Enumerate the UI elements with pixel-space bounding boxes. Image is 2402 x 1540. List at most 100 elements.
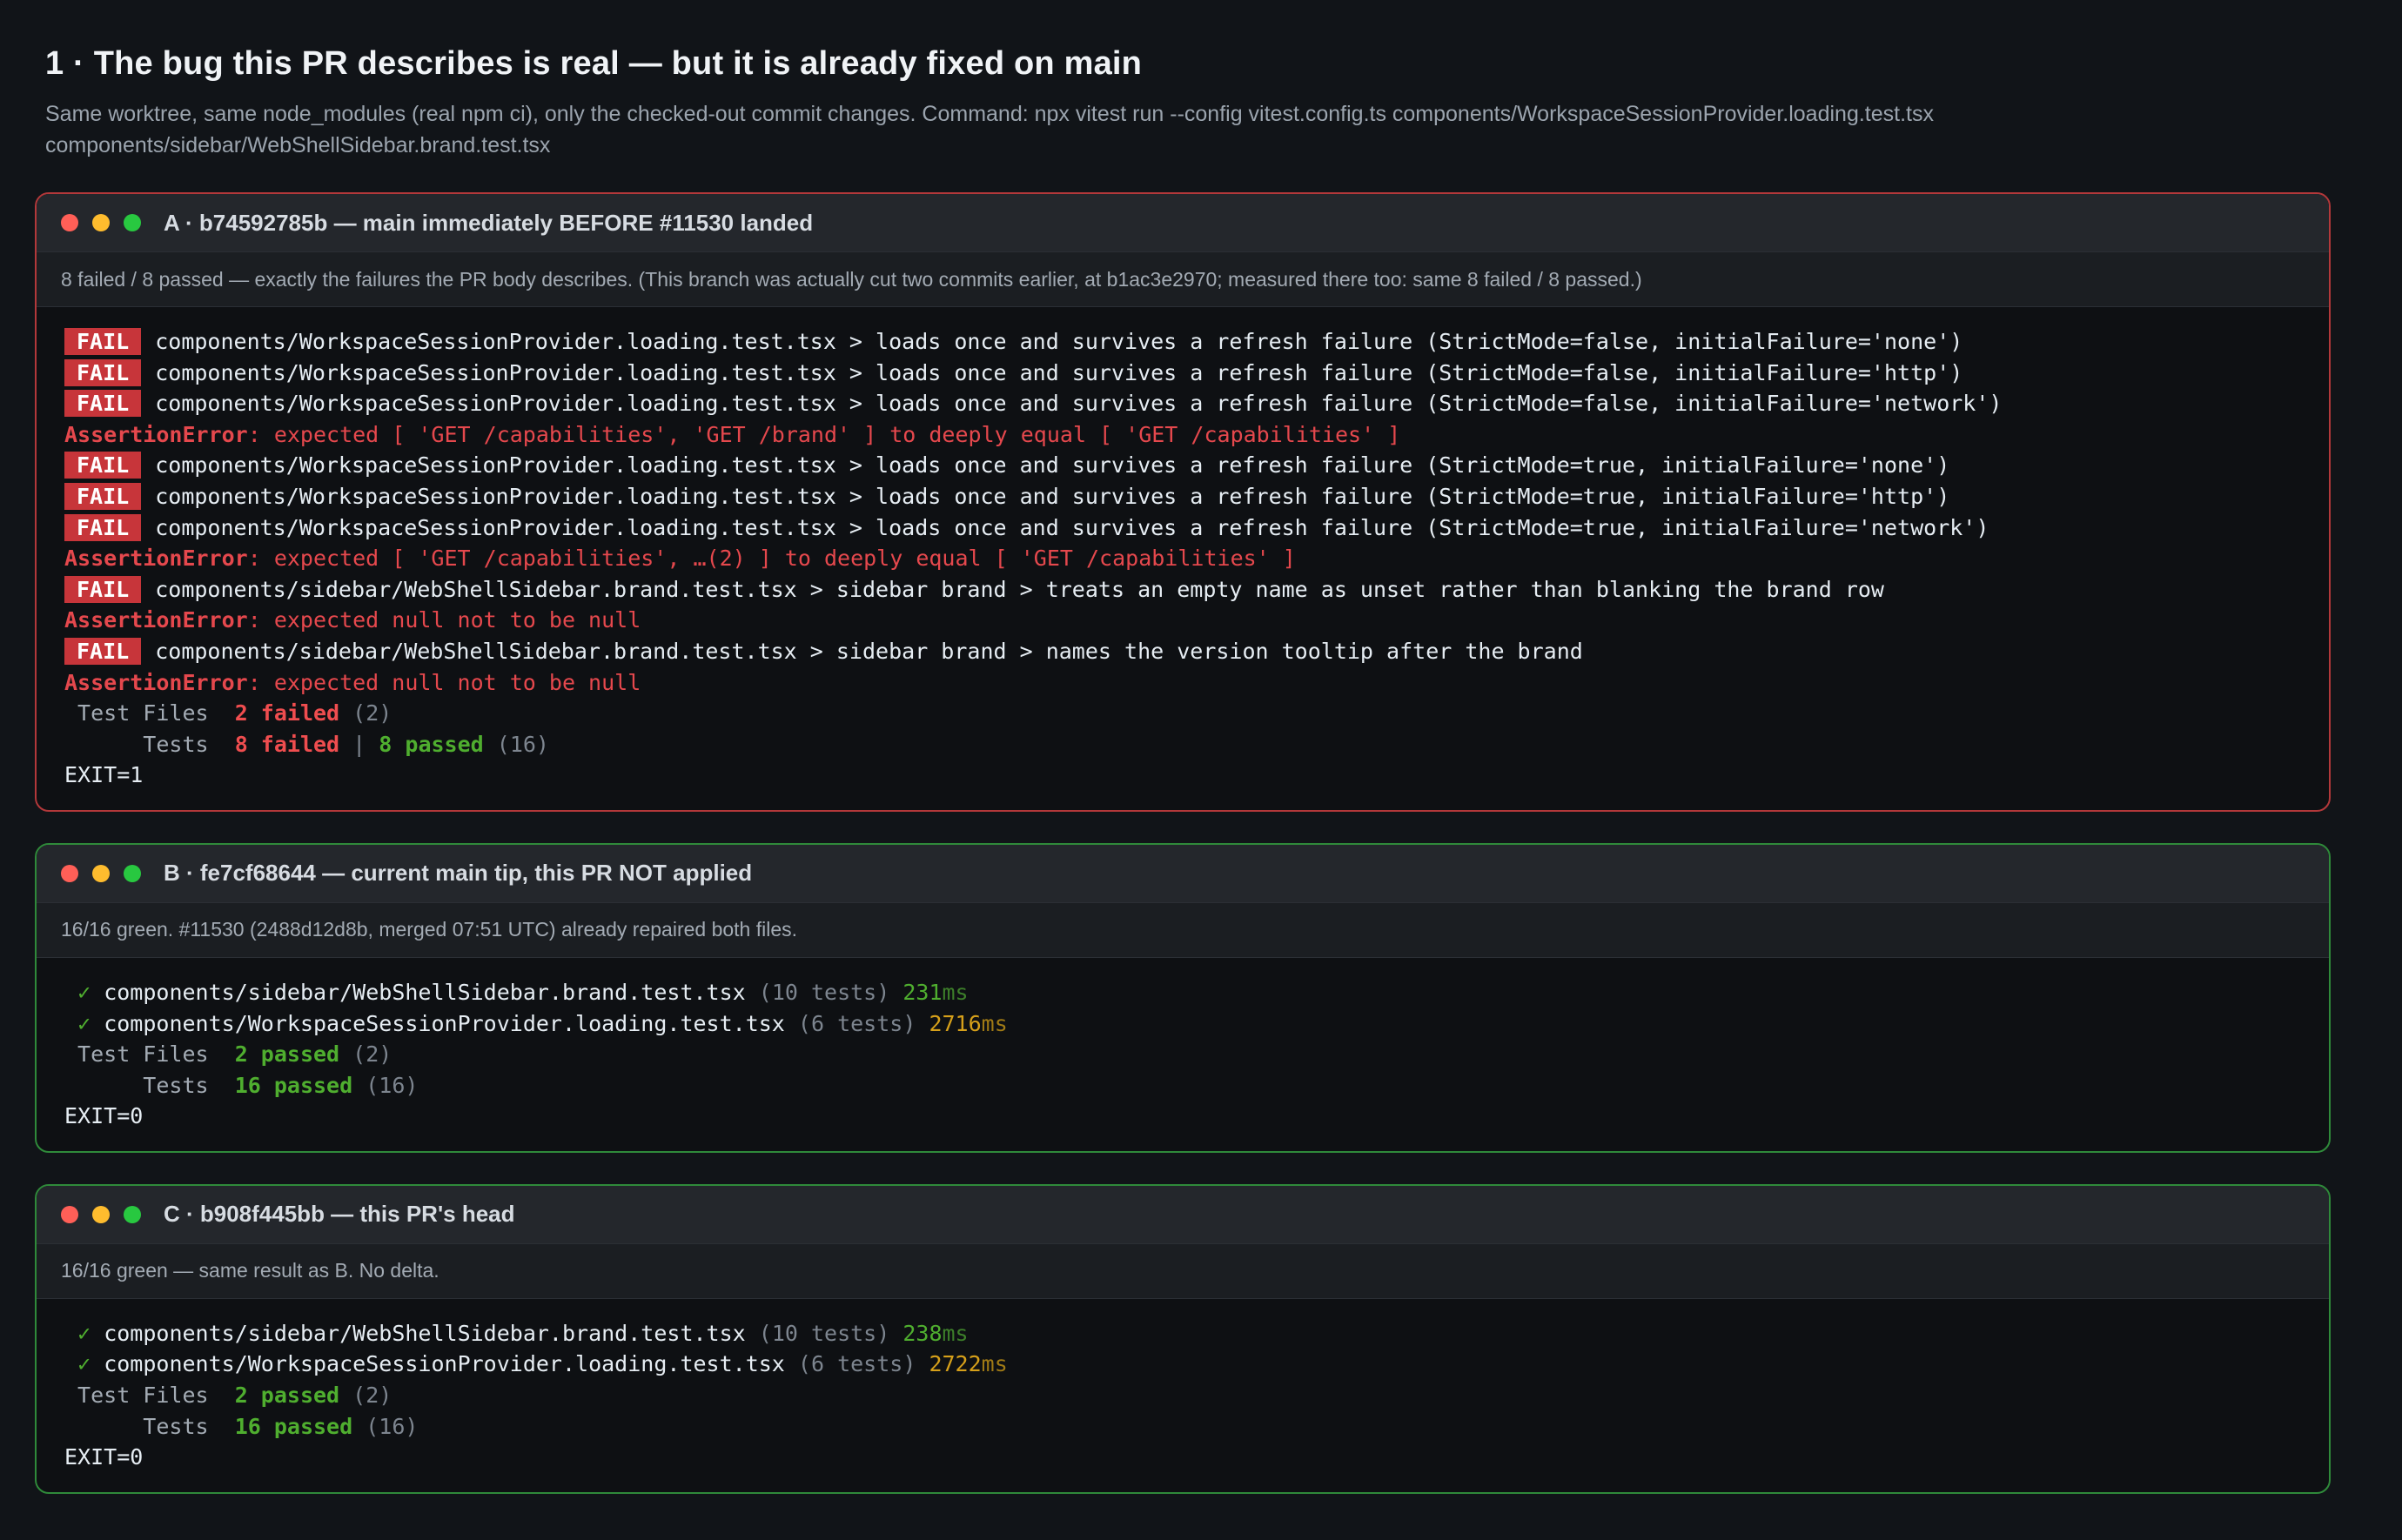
- terminal-panel-b: B · fe7cf68644 — current main tip, this …: [35, 842, 2331, 1153]
- test-file: components/sidebar/WebShellSidebar.brand…: [104, 1320, 746, 1346]
- tests-total: (16): [366, 1072, 419, 1098]
- pass-line: ✓ components/WorkspaceSessionProvider.lo…: [64, 1008, 2301, 1040]
- exit-code: EXIT=0: [64, 1103, 144, 1129]
- minimize-dot-icon[interactable]: [92, 1205, 110, 1223]
- page-title: 1 · The bug this PR describes is real — …: [45, 45, 1143, 82]
- duration-unit: ms: [981, 1351, 1008, 1377]
- summary-tests: Tests 16 passed (16): [64, 1070, 2301, 1101]
- duration-unit: ms: [942, 1320, 969, 1346]
- page-intro: Same worktree, same node_modules (real n…: [45, 102, 1934, 157]
- page: 1 · The bug this PR describes is real — …: [0, 0, 2402, 1494]
- error-line: AssertionError: expected [ 'GET /capabil…: [64, 419, 2301, 451]
- fail-line: FAIL components/WorkspaceSessionProvider.…: [64, 512, 2301, 544]
- fail-test-name: components/WorkspaceSessionProvider.load…: [155, 359, 1963, 385]
- test-file: components/sidebar/WebShellSidebar.brand…: [104, 979, 746, 1005]
- tests-total: (16): [366, 1413, 419, 1439]
- exit-code: EXIT=1: [64, 762, 144, 788]
- window-titlebar: B · fe7cf68644 — current main tip, this …: [37, 844, 2329, 902]
- error-line: AssertionError: expected [ 'GET /capabil…: [64, 543, 2301, 574]
- error-line: AssertionError: expected null not to be …: [64, 667, 2301, 699]
- panel-note: 16/16 green. #11530 (2488d12d8b, merged …: [37, 901, 2329, 958]
- terminal-output: FAIL components/WorkspaceSessionProvider.…: [37, 307, 2329, 810]
- fail-badge: FAIL: [64, 390, 142, 418]
- test-file: components/WorkspaceSessionProvider.load…: [104, 1351, 785, 1377]
- pass-line: ✓ components/sidebar/WebShellSidebar.bra…: [64, 1318, 2301, 1349]
- fail-badge: FAIL: [64, 328, 142, 355]
- duration-unit: ms: [981, 1010, 1008, 1036]
- panel-note: 8 failed / 8 passed — exactly the failur…: [37, 251, 2329, 307]
- files-passed: 2 passed: [234, 1383, 340, 1409]
- error-message: : expected null not to be null: [247, 607, 641, 633]
- files-total: (2): [352, 700, 393, 726]
- tests-passed: 16 passed: [234, 1413, 353, 1439]
- summary-tests: Tests 8 failed | 8 passed (16): [64, 729, 2301, 760]
- panel-title: A · b74592785b — main immediately BEFORE…: [164, 209, 814, 236]
- check-icon: ✓: [77, 979, 91, 1005]
- fail-badge: FAIL: [64, 452, 142, 479]
- error-line: AssertionError: expected null not to be …: [64, 605, 2301, 636]
- panel-title: B · fe7cf68644 — current main tip, this …: [164, 860, 753, 887]
- close-dot-icon[interactable]: [61, 214, 78, 231]
- fail-line: FAIL components/WorkspaceSessionProvider.…: [64, 481, 2301, 512]
- duration-value: 238: [902, 1320, 943, 1346]
- error-message: : expected [ 'GET /capabilities', 'GET /…: [247, 421, 1401, 447]
- pass-line: ✓ components/WorkspaceSessionProvider.lo…: [64, 1349, 2301, 1380]
- error-message: : expected null not to be null: [247, 669, 641, 695]
- duration-unit: ms: [942, 979, 969, 1005]
- fail-test-name: components/WorkspaceSessionProvider.load…: [155, 329, 1963, 354]
- tests-passed: 16 passed: [234, 1072, 353, 1098]
- summary-files: Test Files 2 passed (2): [64, 1039, 2301, 1070]
- fail-test-name: components/WorkspaceSessionProvider.load…: [155, 391, 2003, 417]
- summary-label: Tests: [64, 1072, 209, 1098]
- check-icon: ✓: [77, 1010, 91, 1036]
- fail-test-name: components/WorkspaceSessionProvider.load…: [155, 483, 1950, 509]
- panel-note: 16/16 green — same result as B. No delta…: [37, 1242, 2329, 1299]
- window-titlebar: C · b908f445bb — this PR's head: [37, 1185, 2329, 1243]
- exit-code: EXIT=0: [64, 1444, 144, 1470]
- maximize-dot-icon[interactable]: [124, 864, 141, 882]
- fail-badge: FAIL: [64, 575, 142, 603]
- test-count: (6 tests): [797, 1010, 916, 1036]
- error-label: AssertionError: [64, 669, 248, 695]
- fail-test-name: components/WorkspaceSessionProvider.load…: [155, 452, 1950, 479]
- test-count: (10 tests): [758, 979, 890, 1005]
- terminal-panel-a: A · b74592785b — main immediately BEFORE…: [35, 192, 2331, 812]
- close-dot-icon[interactable]: [61, 864, 78, 882]
- maximize-dot-icon[interactable]: [124, 1205, 141, 1223]
- fail-test-name: components/sidebar/WebShellSidebar.brand…: [155, 638, 1583, 664]
- terminal-output: ✓ components/sidebar/WebShellSidebar.bra…: [37, 1299, 2329, 1492]
- test-count: (10 tests): [758, 1320, 890, 1346]
- fail-line: FAIL components/WorkspaceSessionProvider.…: [64, 326, 2301, 358]
- terminal-output: ✓ components/sidebar/WebShellSidebar.bra…: [37, 958, 2329, 1151]
- fail-line: FAIL components/WorkspaceSessionProvider.…: [64, 388, 2301, 419]
- summary-tests: Tests 16 passed (16): [64, 1411, 2301, 1443]
- summary-label: Test Files: [64, 1041, 209, 1068]
- terminal-panel-c: C · b908f445bb — this PR's head 16/16 gr…: [35, 1183, 2331, 1494]
- minimize-dot-icon[interactable]: [92, 214, 110, 231]
- tests-total: (16): [496, 731, 549, 757]
- maximize-dot-icon[interactable]: [124, 214, 141, 231]
- fail-test-name: components/WorkspaceSessionProvider.load…: [155, 514, 1989, 540]
- window-titlebar: A · b74592785b — main immediately BEFORE…: [37, 194, 2329, 251]
- minimize-dot-icon[interactable]: [92, 864, 110, 882]
- error-label: AssertionError: [64, 421, 248, 447]
- fail-line: FAIL components/sidebar/WebShellSidebar.b…: [64, 574, 2301, 606]
- summary-label: Tests: [64, 731, 209, 757]
- test-count: (6 tests): [797, 1351, 916, 1377]
- summary-label: Test Files: [64, 1383, 209, 1409]
- duration-value: 2722: [929, 1351, 982, 1377]
- error-label: AssertionError: [64, 607, 248, 633]
- summary-label: Tests: [64, 1413, 209, 1439]
- fail-badge: FAIL: [64, 358, 142, 386]
- fail-badge: FAIL: [64, 637, 142, 665]
- summary-files: Test Files 2 failed (2): [64, 698, 2301, 729]
- files-total: (2): [352, 1383, 393, 1409]
- check-icon: ✓: [77, 1351, 91, 1377]
- error-message: : expected [ 'GET /capabilities', …(2) ]…: [247, 546, 1296, 572]
- fail-test-name: components/sidebar/WebShellSidebar.brand…: [155, 576, 1884, 602]
- duration-value: 2716: [929, 1010, 982, 1036]
- summary-files: Test Files 2 passed (2): [64, 1380, 2301, 1411]
- files-passed: 2 passed: [234, 1041, 340, 1068]
- duration-value: 231: [902, 979, 943, 1005]
- close-dot-icon[interactable]: [61, 1205, 78, 1223]
